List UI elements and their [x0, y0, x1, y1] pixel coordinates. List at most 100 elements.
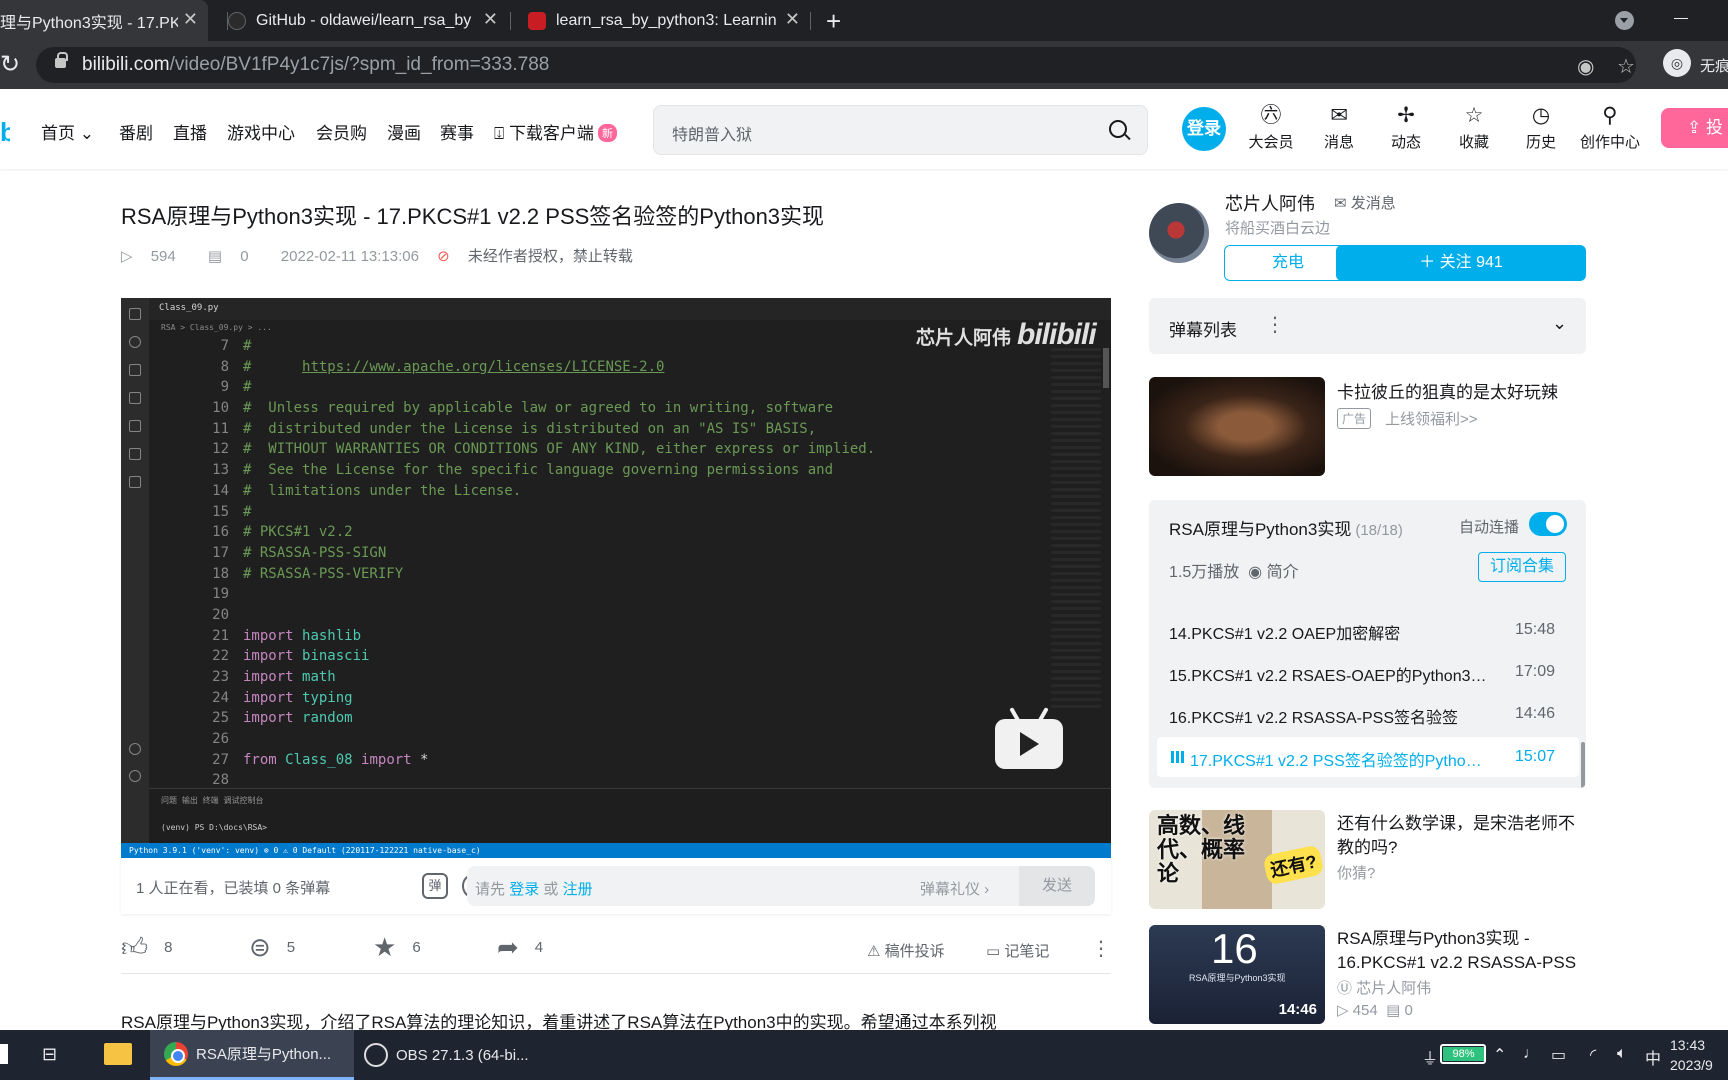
- episode-item-current[interactable]: 17.PKCS#1 v2.2 PSS签名验签的Python3实现 15:07: [1157, 737, 1579, 777]
- danmaku-input[interactable]: 请先 登录 或 注册 弹幕礼仪 › 发送: [467, 866, 1095, 906]
- chevron-down-icon[interactable]: ⌄: [1552, 313, 1567, 334]
- coin-button[interactable]: ⊜ 5: [249, 932, 295, 963]
- recommend-uploader[interactable]: 你猜?: [1337, 862, 1375, 883]
- ad-subtitle[interactable]: 上线领福利>>: [1385, 408, 1478, 429]
- play-icon[interactable]: [995, 707, 1063, 769]
- danmaku-etiquette-link[interactable]: 弹幕礼仪 ›: [920, 878, 989, 899]
- note-button[interactable]: ▭ 记笔记: [986, 940, 1049, 961]
- github-icon: [228, 11, 246, 30]
- code-module: binascii: [302, 648, 370, 665]
- share-button[interactable]: ➦ 4: [497, 932, 543, 963]
- file-explorer-icon[interactable]: [104, 1043, 132, 1065]
- collection-scrollbar[interactable]: [1581, 742, 1585, 788]
- send-message-link[interactable]: ✉ 发消息: [1334, 192, 1396, 213]
- upload-button[interactable]: ⇪ 投: [1661, 108, 1728, 148]
- follow-button[interactable]: ＋ 关注 941: [1336, 245, 1586, 281]
- charge-button[interactable]: 充电: [1224, 245, 1352, 281]
- taskbar-chrome[interactable]: RSA原理与Python...: [150, 1030, 354, 1080]
- close-tab-icon[interactable]: ✕: [183, 9, 198, 30]
- plug-icon[interactable]: ⏚: [1422, 1045, 1438, 1069]
- ad-thumbnail[interactable]: [1149, 377, 1325, 476]
- browser-tab-gitee[interactable]: learn_rsa_by_python3: Learnin ✕: [528, 0, 810, 41]
- editor-breadcrumb: RSA > Class_09.py > ...: [161, 323, 272, 332]
- nav-bangumi[interactable]: 番剧: [119, 119, 153, 144]
- line-number: 14: [212, 482, 229, 499]
- search-input[interactable]: 特朗普入狱: [653, 105, 1148, 155]
- video-player[interactable]: Class_09.py RSA > Class_09.py > ... 7 #8 #…: [121, 298, 1111, 858]
- system-clock[interactable]: 13:43 2023/9: [1670, 1035, 1713, 1075]
- ime-indicator[interactable]: 中: [1645, 1045, 1661, 1069]
- recommend-thumbnail[interactable]: 高数、线代、概率论 还有?: [1149, 810, 1325, 909]
- favorite-button[interactable]: ★ 6: [373, 932, 421, 963]
- episode-item[interactable]: 15.PKCS#1 v2.2 RSAES-OAEP的Python3实现 17:09: [1149, 652, 1579, 692]
- search-icon[interactable]: [1109, 120, 1127, 138]
- bilibili-logo-icon[interactable]: b: [0, 119, 10, 145]
- episode-item[interactable]: 14.PKCS#1 v2.2 OAEP加密解密 15:48: [1149, 610, 1579, 650]
- more-icon[interactable]: ⋮: [1091, 936, 1111, 961]
- uploader-name[interactable]: 芯片人阿伟: [1225, 190, 1315, 216]
- header-dynamic-button[interactable]: ✢ 动态: [1376, 103, 1436, 152]
- nav-download-client[interactable]: ⍗ 下载客户端新: [494, 119, 617, 144]
- ad-title[interactable]: 卡拉彼丘的狙真的是太好玩辣: [1337, 378, 1587, 403]
- close-tab-icon[interactable]: ✕: [483, 9, 498, 30]
- chevron-up-icon[interactable]: ⌃: [1493, 1045, 1506, 1065]
- danmaku-toggle-icon[interactable]: 弹: [422, 873, 448, 899]
- volume-icon[interactable]: 🔈︎: [1617, 1045, 1627, 1063]
- incognito-icon[interactable]: ◎: [1663, 49, 1691, 77]
- code-text: # limitations under the License.: [243, 482, 522, 499]
- danmaku-register-link[interactable]: 注册: [563, 881, 593, 898]
- windows-start-icon[interactable]: [0, 1044, 8, 1064]
- send-danmaku-button[interactable]: 发送: [1019, 866, 1095, 906]
- recommend-title[interactable]: RSA原理与Python3实现 - 16.PKCS#1 v2.2 RSASSA-…: [1337, 927, 1587, 975]
- close-tab-icon[interactable]: ✕: [785, 9, 800, 30]
- star-icon[interactable]: ☆: [1617, 54, 1635, 79]
- microphone-icon[interactable]: ♩: [1523, 1045, 1539, 1063]
- eye-off-icon[interactable]: ◉: [1577, 54, 1594, 79]
- task-view-icon[interactable]: ⊟: [42, 1044, 57, 1065]
- login-button[interactable]: 登录: [1182, 107, 1226, 151]
- nav-game-center[interactable]: 游戏中心: [227, 119, 295, 144]
- header-vip-button[interactable]: ㊅大会员: [1241, 103, 1301, 152]
- nav-esports[interactable]: 赛事: [440, 119, 474, 144]
- episode-title: 15.PKCS#1 v2.2 RSAES-OAEP的Python3实现: [1169, 668, 1493, 685]
- nav-live[interactable]: 直播: [173, 119, 207, 144]
- more-icon[interactable]: ⋮: [1265, 312, 1285, 337]
- episode-item[interactable]: 16.PKCS#1 v2.2 RSASSA-PSS签名验签 14:46: [1149, 694, 1579, 734]
- header-creator-button[interactable]: ⚲ 创作中心: [1580, 103, 1640, 152]
- code-editor: 7 #8 # https://www.apache.org/licenses/LIC…: [181, 336, 875, 791]
- lock-icon[interactable]: [55, 52, 68, 68]
- header-messages-button[interactable]: ✉ 消息: [1309, 103, 1369, 152]
- wifi-icon[interactable]: ◜: [1590, 1045, 1596, 1065]
- danmaku-login-link[interactable]: 登录: [509, 881, 539, 898]
- nav-home[interactable]: 首页 ⌄: [41, 119, 94, 144]
- header-favorites-button[interactable]: ☆ 收藏: [1444, 103, 1504, 152]
- nav-mall[interactable]: 会员购: [316, 119, 367, 144]
- battery-tray-icon[interactable]: ▭: [1551, 1045, 1566, 1065]
- header-history-button[interactable]: ◷ 历史: [1511, 103, 1571, 152]
- recommend-thumbnail[interactable]: 16 RSA原理与Python3实现 14:46: [1149, 925, 1325, 1024]
- recommend-item[interactable]: 16 RSA原理与Python3实现 14:46 RSA原理与Python3实现…: [1149, 925, 1586, 1025]
- recommend-title[interactable]: 还有什么数学课，是宋浩老师不教的吗?: [1337, 812, 1587, 860]
- tab-search-icon[interactable]: [1615, 11, 1634, 30]
- minimize-icon[interactable]: [1674, 18, 1688, 19]
- url-text[interactable]: bilibili.com/video/BV1fP4y1c7js/?spm_id_…: [82, 54, 549, 76]
- reload-icon[interactable]: ↻: [0, 50, 20, 79]
- subscribe-collection-button[interactable]: 订阅合集: [1478, 552, 1566, 582]
- nav-manga[interactable]: 漫画: [387, 119, 421, 144]
- new-tab-button[interactable]: +: [826, 6, 841, 37]
- danmaku-list-panel[interactable]: 弹幕列表 ⋮ ⌄: [1149, 298, 1586, 354]
- browser-tab-bilibili[interactable]: 理与Python3实现 - 17.PK ✕: [0, 0, 208, 41]
- taskbar-obs[interactable]: OBS 27.1.3 (64-bi...: [362, 1030, 542, 1080]
- collection-intro-link[interactable]: 简介: [1267, 564, 1299, 581]
- battery-icon[interactable]: 98%: [1440, 1044, 1486, 1064]
- recommend-uploader[interactable]: Ⓤ 芯片人阿伟: [1337, 977, 1431, 998]
- like-button[interactable]: 👍︎ 8: [121, 932, 173, 963]
- avatar[interactable]: [1149, 203, 1209, 263]
- autoplay-toggle[interactable]: [1529, 512, 1567, 536]
- collection-title[interactable]: RSA原理与Python3实现 (18/18): [1169, 515, 1403, 540]
- recommend-item[interactable]: 高数、线代、概率论 还有? 还有什么数学课，是宋浩老师不教的吗? 你猜?: [1149, 810, 1586, 910]
- browser-tab-github[interactable]: GitHub - oldawei/learn_rsa_by ✕: [228, 0, 508, 41]
- star-icon: ☆: [1464, 104, 1484, 127]
- code-line: 12 # WITHOUT WARRANTIES OR CONDITIONS OF …: [181, 439, 875, 460]
- report-button[interactable]: ⚠ 稿件投诉: [867, 940, 945, 961]
